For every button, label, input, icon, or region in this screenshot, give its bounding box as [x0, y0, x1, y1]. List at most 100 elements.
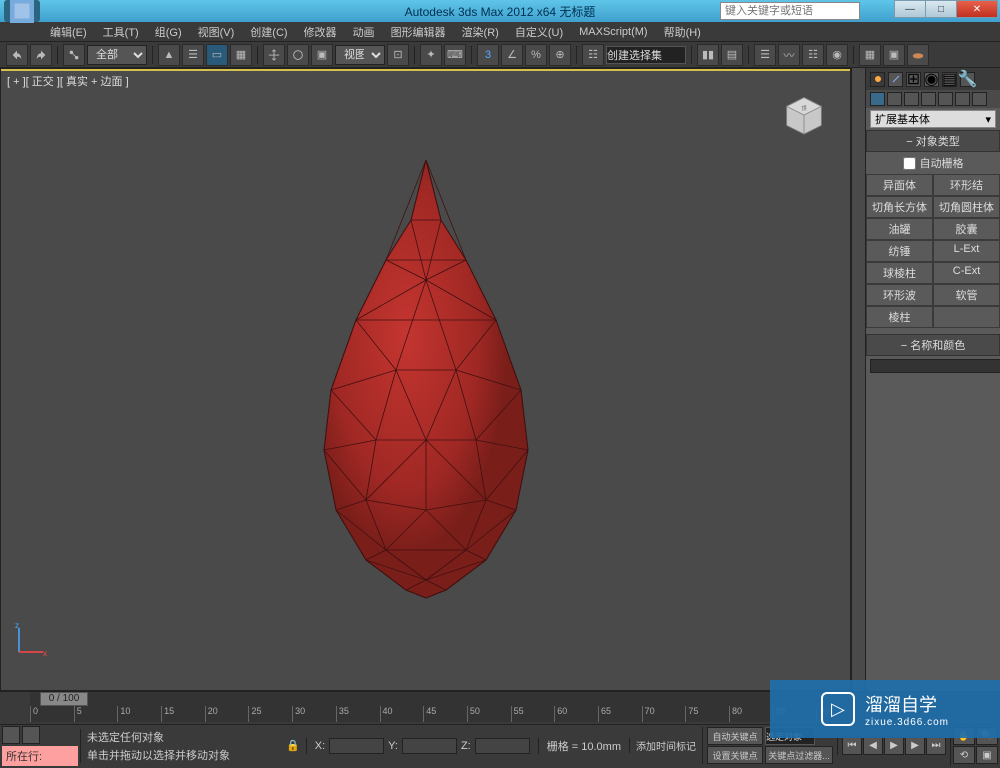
- btn-spindle[interactable]: 纺锤: [866, 240, 933, 262]
- move-button[interactable]: [263, 44, 285, 66]
- menu-maxscript[interactable]: MAXScript(M): [571, 26, 655, 38]
- window-crossing-button[interactable]: ▦: [230, 44, 252, 66]
- play-button[interactable]: ▶: [884, 737, 904, 755]
- autogrid-check[interactable]: 自动栅格: [866, 152, 1000, 174]
- setkey-button[interactable]: 设置关键点: [707, 746, 763, 764]
- tab-utilities[interactable]: 🔧: [960, 72, 975, 87]
- btn-gengon[interactable]: 球棱柱: [866, 262, 933, 284]
- keyfilter-button[interactable]: 关键点过滤器...: [765, 746, 833, 764]
- menu-edit[interactable]: 编辑(E): [42, 24, 95, 40]
- btn-cext[interactable]: C-Ext: [933, 262, 1000, 284]
- btn-torusknot[interactable]: 环形结: [933, 174, 1000, 196]
- cat-lights[interactable]: [904, 92, 919, 106]
- time-slider-handle[interactable]: 0 / 100: [40, 692, 88, 706]
- cat-helpers[interactable]: [938, 92, 953, 106]
- rotate-button[interactable]: [287, 44, 309, 66]
- tab-modify[interactable]: [888, 72, 903, 87]
- material-button[interactable]: ◉: [826, 44, 848, 66]
- menu-grapheditors[interactable]: 图形编辑器: [383, 24, 454, 40]
- nav-orbit-button[interactable]: ⟲: [953, 746, 975, 764]
- viewcube[interactable]: 顶: [778, 89, 830, 141]
- cat-systems[interactable]: [972, 92, 987, 106]
- section-header-objtype[interactable]: − 对象类型: [866, 130, 1000, 152]
- scale-button[interactable]: ▣: [311, 44, 333, 66]
- z-field[interactable]: [475, 738, 530, 754]
- render-button[interactable]: [907, 44, 929, 66]
- btn-chamferbox[interactable]: 切角长方体: [866, 196, 933, 218]
- menu-modifiers[interactable]: 修改器: [296, 24, 345, 40]
- render-setup-button[interactable]: ▦: [859, 44, 881, 66]
- cat-spacewarps[interactable]: [955, 92, 970, 106]
- goto-start-button[interactable]: ⏮: [842, 737, 862, 755]
- btn-capsule[interactable]: 胶囊: [933, 218, 1000, 240]
- snap-button[interactable]: 3: [477, 44, 499, 66]
- edit-selset-button[interactable]: ☷: [582, 44, 604, 66]
- menu-help[interactable]: 帮助(H): [656, 24, 709, 40]
- select-button[interactable]: ▲: [158, 44, 180, 66]
- btn-ringwave[interactable]: 环形波: [866, 284, 933, 306]
- menu-create[interactable]: 创建(C): [242, 24, 295, 40]
- maximize-button[interactable]: □: [925, 0, 957, 18]
- viewport-scrollbar[interactable]: [851, 68, 865, 691]
- schematic-button[interactable]: ☷: [802, 44, 824, 66]
- curve-editor-button[interactable]: 〰: [778, 44, 800, 66]
- autokey-button[interactable]: 自动关键点: [707, 727, 763, 745]
- model-3d[interactable]: [256, 140, 596, 620]
- object-name-input[interactable]: [870, 359, 1000, 373]
- btn-lext[interactable]: L-Ext: [933, 240, 1000, 262]
- link-button[interactable]: [63, 44, 85, 66]
- tab-hierarchy[interactable]: ⊞: [906, 72, 921, 87]
- lock-icon[interactable]: 🔒: [280, 739, 306, 752]
- mirror-button[interactable]: ▮▮: [697, 44, 719, 66]
- tab-motion[interactable]: ◉: [924, 72, 939, 87]
- nav-max-button[interactable]: ▣: [976, 746, 998, 764]
- cat-geometry[interactable]: [870, 92, 885, 106]
- minimize-button[interactable]: —: [894, 0, 926, 18]
- align-button[interactable]: ▤: [721, 44, 743, 66]
- percent-snap-button[interactable]: %: [525, 44, 547, 66]
- refcoord-select[interactable]: 视图: [335, 45, 385, 65]
- goto-end-button[interactable]: ⏭: [926, 737, 946, 755]
- select-name-button[interactable]: ☰: [182, 44, 204, 66]
- menu-group[interactable]: 组(G): [147, 24, 190, 40]
- listener-icon[interactable]: [22, 726, 40, 744]
- keyboard-button[interactable]: ⌨: [444, 44, 466, 66]
- select-region-button[interactable]: ▭: [206, 44, 228, 66]
- menu-rendering[interactable]: 渲染(R): [454, 24, 507, 40]
- manipulate-button[interactable]: ✦: [420, 44, 442, 66]
- prev-frame-button[interactable]: ◀: [863, 737, 883, 755]
- menu-animation[interactable]: 动画: [345, 24, 383, 40]
- btn-hedra[interactable]: 异面体: [866, 174, 933, 196]
- spinner-snap-button[interactable]: ⊕: [549, 44, 571, 66]
- angle-snap-button[interactable]: ∠: [501, 44, 523, 66]
- menu-views[interactable]: 视图(V): [190, 24, 243, 40]
- menu-customize[interactable]: 自定义(U): [507, 24, 571, 40]
- btn-hose[interactable]: 软管: [933, 284, 1000, 306]
- btn-prism[interactable]: 棱柱: [866, 306, 933, 328]
- close-button[interactable]: ✕: [956, 0, 998, 18]
- undo-button[interactable]: [6, 44, 28, 66]
- x-field[interactable]: [329, 738, 384, 754]
- search-input[interactable]: [720, 2, 860, 20]
- filter-select[interactable]: 全部: [87, 45, 147, 65]
- btn-oiltank[interactable]: 油罐: [866, 218, 933, 240]
- time-ruler[interactable]: 0 5 10 15 20 25 30 35 40 45 50 55 60 65 …: [30, 706, 860, 722]
- addmark-label[interactable]: 添加时间标记: [636, 738, 696, 753]
- render-frame-button[interactable]: ▣: [883, 44, 905, 66]
- section-header-name[interactable]: − 名称和颜色: [866, 334, 1000, 356]
- tab-display[interactable]: ▤: [942, 72, 957, 87]
- app-icon[interactable]: [4, 0, 40, 22]
- tab-create[interactable]: [870, 72, 885, 87]
- viewport-label[interactable]: [ + ][ 正交 ][ 真实 + 边面 ]: [7, 73, 129, 89]
- subcategory-dropdown[interactable]: 扩展基本体▾: [870, 110, 996, 128]
- redo-button[interactable]: [30, 44, 52, 66]
- viewport[interactable]: [ + ][ 正交 ][ 真实 + 边面 ] 顶: [0, 68, 851, 691]
- next-frame-button[interactable]: ▶: [905, 737, 925, 755]
- selset-input[interactable]: [606, 46, 686, 64]
- cat-cameras[interactable]: [921, 92, 936, 106]
- pivot-button[interactable]: ⊡: [387, 44, 409, 66]
- time-slider-track[interactable]: 0 / 100: [30, 692, 860, 706]
- layer-button[interactable]: ☰: [754, 44, 776, 66]
- btn-chamfercyl[interactable]: 切角圆柱体: [933, 196, 1000, 218]
- menu-tools[interactable]: 工具(T): [95, 24, 147, 40]
